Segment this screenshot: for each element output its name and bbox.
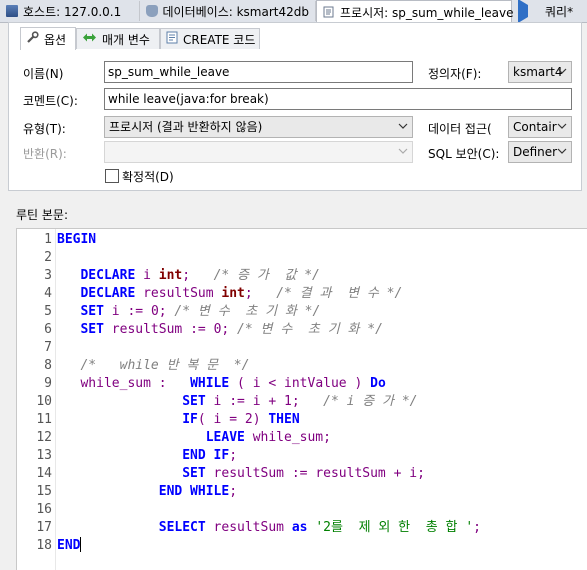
document-tab-bar: 호스트: 127.0.0.1 데이터베이스: ksmart42db 프로시저: … — [0, 0, 587, 23]
text-cursor — [80, 537, 82, 552]
routine-body-editor[interactable]: 1 BEGIN 2 3 DECLARE i int; /* 증 가 값 */ 4 … — [16, 228, 587, 570]
host-icon — [6, 5, 18, 17]
type-value: 프로시저 (결과 반환하지 않음) — [109, 120, 263, 134]
definer-select[interactable]: ksmart4 — [508, 61, 572, 83]
returns-label: 반환(R): — [23, 147, 67, 161]
line-number: 4 — [44, 286, 52, 301]
name-label: 이름(N) — [23, 67, 64, 81]
tab-create-code[interactable]: CREATE 코드 — [160, 28, 260, 49]
line-number: 9 — [44, 376, 52, 391]
play-icon — [518, 0, 540, 23]
line-number: 7 — [44, 340, 52, 355]
line-number: 18 — [36, 538, 52, 553]
arrows-icon — [82, 32, 97, 46]
name-field[interactable]: sp_sum_while_leave — [104, 61, 413, 83]
tab-procedure[interactable]: 프로시저: sp_sum_while_leave — [316, 0, 514, 23]
returns-select[interactable] — [104, 141, 413, 163]
tab-parameters[interactable]: 매개 변수 — [76, 28, 160, 49]
deterministic-checkbox[interactable] — [105, 169, 119, 183]
tab-options-label: 옵션 — [44, 32, 67, 47]
deterministic-label: 확정적(D) — [122, 170, 174, 184]
tab-parameters-label: 매개 변수 — [102, 32, 150, 47]
line-number: 2 — [44, 250, 52, 265]
procedure-icon — [323, 6, 335, 18]
chevron-down-icon — [557, 146, 567, 156]
code-page-icon — [166, 31, 178, 47]
wrench-icon — [26, 31, 39, 47]
chevron-down-icon — [398, 121, 408, 131]
routine-body-label: 루틴 본문: — [16, 208, 69, 222]
line-number: 8 — [44, 358, 52, 373]
chevron-down-icon — [398, 146, 408, 156]
type-label: 유형(T): — [23, 122, 66, 136]
data-access-value: Contair — [513, 120, 557, 134]
chevron-down-icon — [557, 66, 567, 76]
chevron-down-icon — [557, 121, 567, 131]
tab-database-label: 데이터베이스: ksmart42db — [162, 4, 310, 19]
tab-host[interactable]: 호스트: 127.0.0.1 — [0, 1, 140, 21]
tab-create-code-label: CREATE 코드 — [183, 32, 256, 47]
line-number: 12 — [36, 430, 52, 445]
line-number: 11 — [36, 412, 52, 427]
data-access-select[interactable]: Contair — [508, 116, 572, 138]
line-number: 14 — [36, 466, 52, 481]
tab-options[interactable]: 옵션 — [20, 27, 76, 50]
database-icon — [146, 5, 158, 17]
line-number: 1 — [44, 232, 52, 247]
line-number: 15 — [36, 484, 52, 499]
comment-field[interactable]: while leave(java:for break) — [104, 88, 572, 110]
definer-label: 정의자(F): — [428, 67, 482, 81]
tab-query-label: 쿼리* — [545, 4, 574, 19]
tab-database[interactable]: 데이터베이스: ksmart42db — [140, 1, 316, 21]
sql-security-select[interactable]: Definer — [508, 141, 572, 163]
line-number: 10 — [36, 394, 52, 409]
data-access-label: 데이터 접근( — [428, 122, 492, 136]
definer-value: ksmart4 — [513, 65, 563, 79]
line-number: 13 — [36, 448, 52, 463]
tab-procedure-label: 프로시저: sp_sum_while_leave — [340, 5, 514, 20]
tab-query[interactable]: 쿼리* — [512, 0, 587, 23]
line-number: 16 — [36, 502, 52, 517]
sql-security-label: SQL 보안(C): — [428, 147, 500, 161]
gutter-separator — [55, 229, 56, 570]
line-number: 17 — [36, 520, 52, 535]
comment-label: 코멘트(C): — [23, 94, 78, 108]
line-number: 5 — [44, 304, 52, 319]
type-select[interactable]: 프로시저 (결과 반환하지 않음) — [104, 116, 413, 138]
tab-host-label: 호스트: 127.0.0.1 — [23, 4, 122, 19]
line-number: 6 — [44, 322, 52, 337]
line-number: 3 — [44, 268, 52, 283]
sql-security-value: Definer — [513, 145, 558, 159]
